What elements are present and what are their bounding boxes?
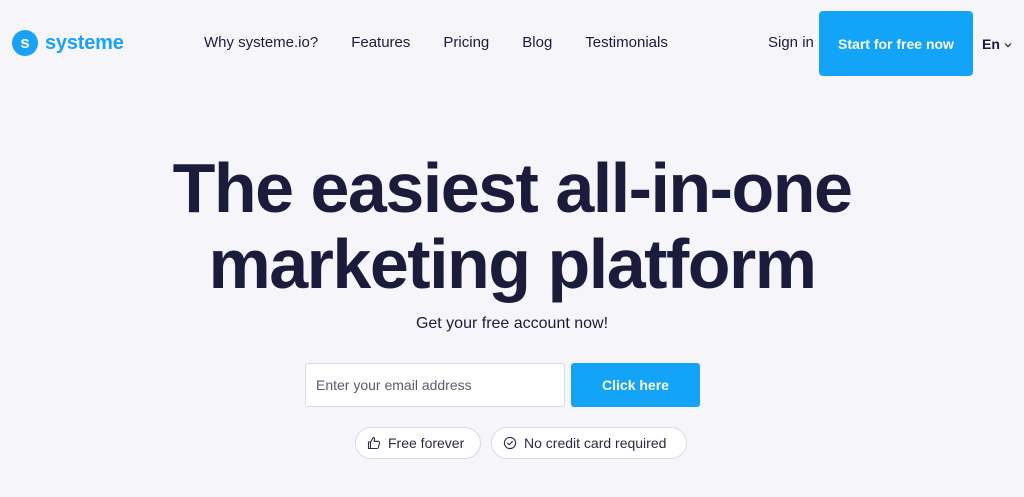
badge-free-forever: Free forever xyxy=(355,427,481,459)
nav-link-features[interactable]: Features xyxy=(351,34,410,51)
language-label: En xyxy=(982,36,1000,52)
nav-link-why-systeme[interactable]: Why systeme.io? xyxy=(204,34,318,51)
thumbs-up-icon xyxy=(367,436,381,450)
check-circle-icon xyxy=(503,436,517,450)
hero-title-highlight: marketing xyxy=(208,225,531,303)
logo-mark-icon: s xyxy=(12,30,38,56)
main-nav: Why systeme.io? Features Pricing Blog Te… xyxy=(204,34,668,51)
logo-text: systeme xyxy=(45,31,124,54)
badge-label: Free forever xyxy=(388,435,465,451)
nav-link-testimonials[interactable]: Testimonials xyxy=(585,34,668,51)
hero-title-line-2-rest: platform xyxy=(529,225,817,303)
badge-no-credit-card: No credit card required xyxy=(491,427,687,459)
language-selector[interactable]: En xyxy=(982,36,1012,52)
badge-label: No credit card required xyxy=(524,435,667,451)
chevron-down-icon xyxy=(1004,40,1012,51)
click-here-button[interactable]: Click here xyxy=(571,363,700,407)
hero-subtitle: Get your free account now! xyxy=(415,315,609,332)
logo-link[interactable]: s systeme xyxy=(12,30,124,56)
nav-link-pricing[interactable]: Pricing xyxy=(443,34,489,51)
signup-form: Click here xyxy=(305,363,700,407)
nav-link-blog[interactable]: Blog xyxy=(522,34,552,51)
hero-title-line-2: marketing platform xyxy=(0,226,1024,302)
site-header: s systeme Why systeme.io? Features Prici… xyxy=(0,0,1024,88)
sign-in-link[interactable]: Sign in xyxy=(768,34,814,51)
start-for-free-button[interactable]: Start for free now xyxy=(819,11,973,76)
page: s systeme Why systeme.io? Features Prici… xyxy=(0,0,1024,497)
email-input[interactable] xyxy=(305,363,565,407)
hero-title-line-1: The easiest all-in-one xyxy=(172,149,853,227)
feature-badges: Free forever No credit card required xyxy=(0,427,1024,459)
hero-title: The easiest all-in-one marketing platfor… xyxy=(0,150,1024,302)
